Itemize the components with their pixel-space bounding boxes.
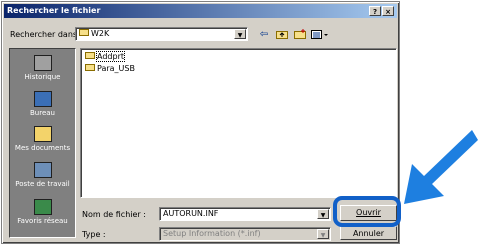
place-network-label: Favoris réseau [17,217,68,225]
view-menu-icon[interactable] [311,29,329,41]
desktop-icon [33,91,52,107]
folder-icon [85,64,95,71]
place-desktop[interactable]: Bureau [10,91,75,117]
history-icon [33,55,52,71]
place-history-label: Historique [24,73,61,81]
network-icon [33,199,52,215]
filetype-value: Setup Information (*.inf) [163,229,261,238]
filename-value: AUTORUN.INF [163,209,219,218]
place-my-documents-label: Mes documents [14,144,71,152]
filetype-dropdown[interactable]: Setup Information (*.inf) ▼ [159,227,331,241]
cancel-button-label: Annuler [352,229,385,238]
back-icon[interactable]: ⇦ [257,29,271,41]
look-in-dropdown[interactable]: W2K ▼ [75,27,248,41]
list-item[interactable]: Para_USB [85,64,135,74]
my-documents-icon [33,126,52,142]
title-bar[interactable]: Rechercher le fichier ? × [4,4,397,18]
up-folder-icon[interactable] [275,29,289,41]
places-bar: Historique Bureau Mes documents Poste de… [9,48,76,238]
file-name: Para_USB [97,64,135,73]
list-item[interactable]: Addprt [85,51,125,62]
place-my-documents[interactable]: Mes documents [10,126,75,152]
place-history[interactable]: Historique [10,55,75,81]
chevron-down-icon[interactable]: ▼ [317,229,329,239]
place-network[interactable]: Favoris réseau [10,199,75,225]
new-folder-icon[interactable] [293,29,307,41]
folder-icon [79,29,89,36]
cancel-button[interactable]: Annuler [340,226,397,240]
chevron-down-icon[interactable]: ▼ [234,29,246,39]
file-name: Addprt [96,51,125,62]
filename-field[interactable]: AUTORUN.INF ▼ [159,207,331,221]
place-my-computer[interactable]: Poste de travail [10,162,75,188]
file-list[interactable]: Addprt Para_USB [80,48,397,198]
chevron-down-icon[interactable]: ▼ [317,209,329,219]
place-desktop-label: Bureau [30,109,55,117]
place-my-computer-label: Poste de travail [15,180,70,188]
filename-label: Nom de fichier : [82,210,146,219]
open-button-highlight [333,196,401,227]
folder-icon [85,52,95,59]
my-computer-icon [33,162,52,178]
filetype-label: Type : [82,230,106,239]
look-in-value: W2K [91,29,110,38]
pointer-arrow-icon [404,130,478,204]
look-in-label: Rechercher dans : [10,30,83,39]
close-button[interactable]: × [382,6,394,16]
help-button[interactable]: ? [369,6,381,16]
window-title: Rechercher le fichier [7,6,101,15]
